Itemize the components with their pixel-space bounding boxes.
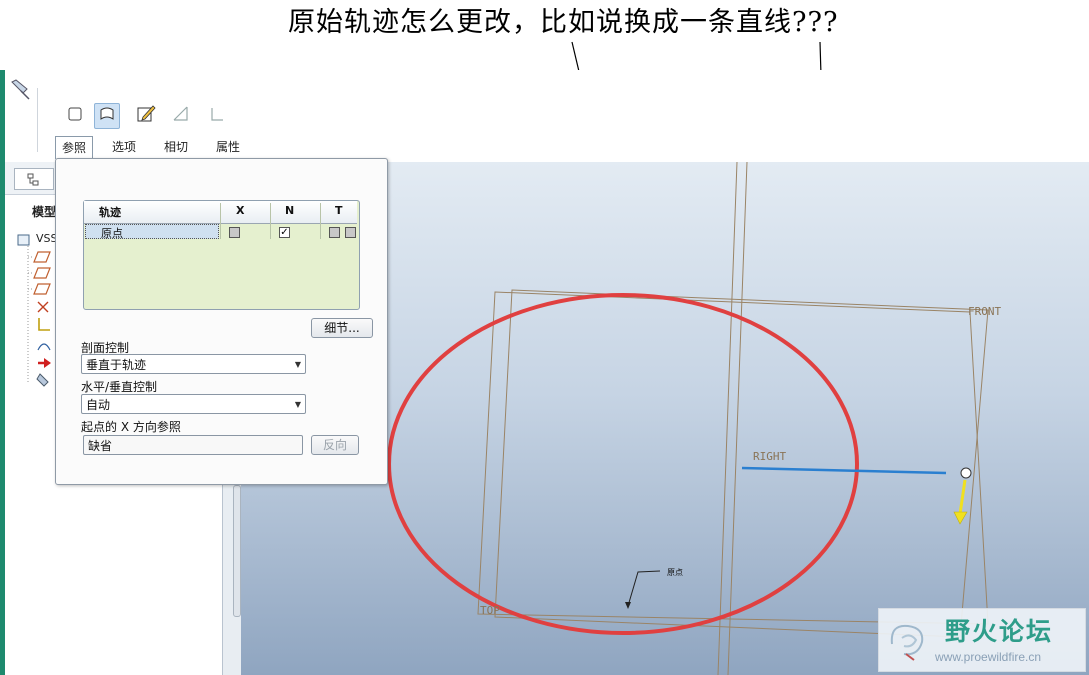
x-direction-label: 起点的 X 方向参照 [81,420,181,434]
origin-label: 原点 [667,568,683,577]
right-datum-label: RIGHT [753,450,786,463]
hv-control-label: 水平/垂直控制 [81,380,158,394]
watermark-text: 野火论坛 [945,617,1054,646]
header-trajectory: 轨迹 [99,206,121,219]
toolbar-separator [37,88,38,152]
origin-leader [627,570,661,607]
datum-plane-icon-3 [28,283,51,295]
sketch-icon [38,318,50,331]
t-trajectory-checkbox[interactable] [329,227,340,238]
x-direction-reference-field[interactable]: 缺省 [83,435,303,455]
thicken-icon [208,105,226,127]
solid-toggle-button[interactable] [62,103,88,129]
hv-control-select[interactable]: 自动 ▼ [81,394,306,414]
tab-options[interactable]: 选项 [106,136,142,158]
surface-icon [98,105,116,127]
sweep-feature-icon [9,78,31,104]
details-button[interactable]: 细节... [311,318,373,338]
header-x: X [236,204,245,217]
tree-feature-icons [27,246,51,387]
column-separator [270,203,271,239]
sweep-icon [36,373,49,387]
tab-tangency[interactable]: 相切 [158,136,194,158]
column-separator [220,203,221,239]
trajectory-start-point [960,467,972,479]
start-direction-arrowhead [953,511,968,525]
watermark-url: www.proewildfire.cn [935,650,1042,664]
top-datum-label: TOP [480,604,500,617]
sketch-section-button[interactable] [133,103,159,129]
thicken-button[interactable] [204,103,230,129]
chevron-down-icon: ▼ [294,400,301,409]
splitter-handle[interactable] [233,485,241,617]
right-plane-edge-2 [717,162,738,675]
top-datum-plane [477,291,989,625]
front-datum-plane [494,289,989,638]
x-trajectory-checkbox[interactable] [229,227,240,238]
model-tree-title: 模型 [32,205,57,219]
section-sketch-line [741,466,947,475]
insert-here-arrow-icon [38,358,51,368]
watermark-logo-icon [884,614,934,668]
flip-button[interactable]: 反向 [311,435,359,455]
table-row[interactable]: 原点 [85,224,219,240]
row-trajectory-name: 原点 [101,227,123,240]
surface-toggle-button[interactable] [94,103,120,129]
origin-trajectory-ellipse [387,293,859,635]
x-direction-value: 缺省 [88,439,113,453]
n-trajectory-checkbox[interactable]: ✓ [279,227,290,238]
remove-material-button[interactable] [168,103,194,129]
remove-material-icon [171,104,191,128]
start-direction-arrow-shaft [958,479,967,515]
origin-leader-arrow [625,602,631,609]
column-separator [320,203,321,239]
t-trajectory-checkbox-2[interactable] [345,227,356,238]
model-tree-tab[interactable] [14,168,54,190]
section-control-value: 垂直于轨迹 [86,358,147,372]
datum-plane-icon [28,251,51,263]
datum-plane-icon-2 [28,267,51,279]
sketch-edit-icon [136,104,156,128]
tab-references[interactable]: 参照 [55,136,94,159]
coordinate-system-icon [37,301,49,313]
hv-control-value: 自动 [86,398,111,412]
front-datum-label: FRONT [968,305,1001,318]
section-control-select[interactable]: 垂直于轨迹 ▼ [81,354,306,374]
chevron-down-icon: ▼ [294,360,301,369]
header-n: N [285,204,295,217]
solid-icon [67,106,83,126]
tab-properties[interactable]: 属性 [210,136,246,158]
right-plane-edge [727,162,748,675]
header-t: T [335,204,343,217]
model-tree-icon [27,172,41,191]
curve-icon [37,343,51,351]
